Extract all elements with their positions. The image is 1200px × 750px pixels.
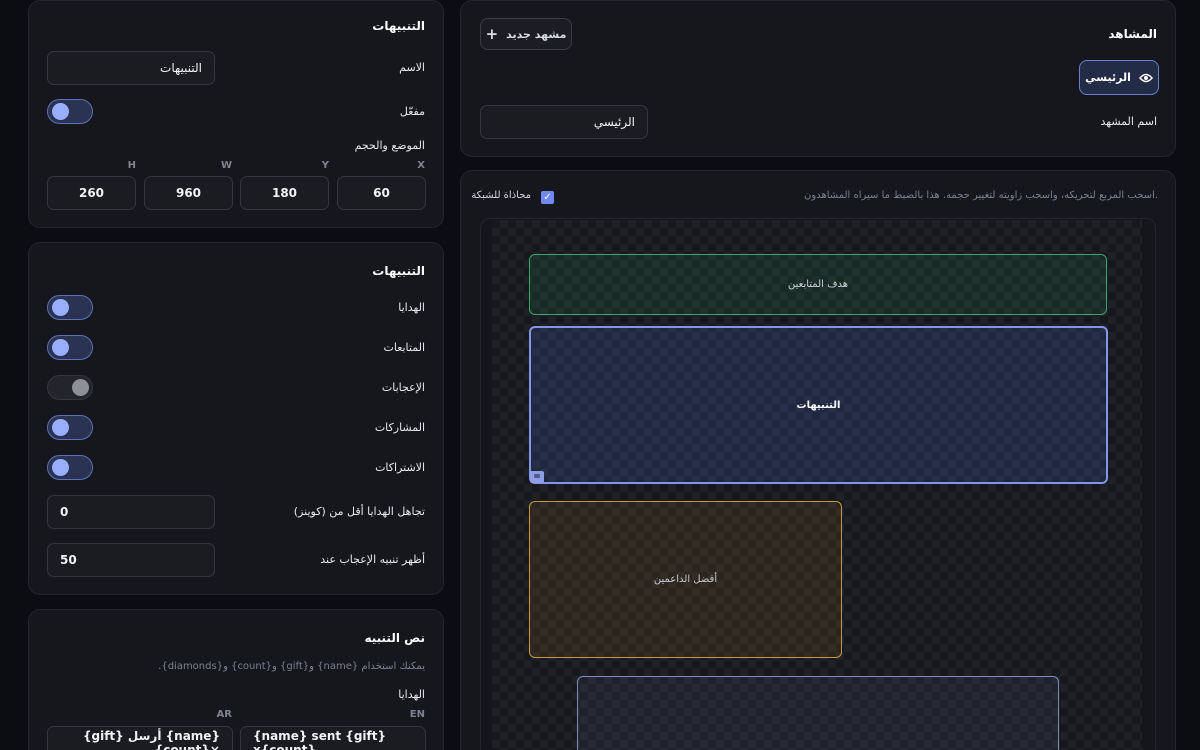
alert-likes-label: الإعجابات (381, 381, 425, 394)
alert-types-title: التنبيهات (372, 264, 425, 278)
alert-follows-label: المتابعات (383, 341, 425, 354)
alert-text-card: نص التنبيه يمكنك استخدام {name} و{gift} … (28, 609, 444, 750)
alert-subs-toggle[interactable] (47, 455, 93, 480)
new-scene-label: مشهد جديد (506, 27, 567, 41)
coord-h-input[interactable]: 260 (47, 176, 136, 210)
gift-template-en-input[interactable]: {name} sent {gift} x{count} (240, 726, 426, 750)
widget-followers-goal-label: هدف المتابعين (788, 279, 848, 290)
alert-shares-label: المشاركات (374, 421, 425, 434)
like-threshold-input[interactable]: 50 (47, 543, 215, 577)
scenes-card: المشاهد + مشهد جديد الرئيسي اسم المشهد ا… (460, 0, 1176, 157)
alert-gifts-toggle[interactable] (47, 295, 93, 320)
plus-icon: + (485, 24, 499, 43)
widget-alerts[interactable]: التنبيهات = (529, 326, 1108, 484)
new-scene-button[interactable]: + مشهد جديد (480, 18, 572, 50)
scene-canvas[interactable]: هدف المتابعين التنبيهات = أفضل الداعمين (492, 220, 1142, 750)
widget-top-supporters[interactable]: أفضل الداعمين (529, 501, 842, 658)
snap-to-grid-label: محاذاة للشبكة (471, 190, 531, 201)
coord-w-label: W (220, 160, 232, 171)
scene-name-input[interactable]: الرئيسي (480, 105, 648, 139)
alert-types-card: التنبيهات الهدايا المتابعات الإعجابات ال… (28, 242, 444, 595)
coord-w-input[interactable]: 960 (144, 176, 233, 210)
like-threshold-label: أظهر تنبيه الإعجاب عند (320, 553, 425, 566)
gift-template-ar-input[interactable]: {name} أرسل {gift} ×{count} (47, 726, 233, 750)
en-label: EN (409, 709, 425, 720)
alert-text-hint: يمكنك استخدام {name} و{gift} و{count} و{… (158, 661, 425, 672)
widget-settings-card: التنبيهات الاسم التنبيهات مفعّل الموضع و… (28, 0, 444, 228)
coord-h-label: H (127, 160, 136, 171)
widget-name-label: الاسم (399, 61, 425, 74)
min-gift-input[interactable]: 0 (47, 495, 215, 529)
scene-name-label: اسم المشهد (1100, 115, 1157, 128)
resize-handle-icon[interactable]: = (530, 471, 544, 483)
alert-subs-label: الاشتراكات (375, 461, 425, 474)
widget-alerts-label: التنبيهات (796, 399, 841, 411)
coord-x-input[interactable]: 60 (337, 176, 426, 210)
alert-likes-toggle[interactable] (47, 375, 93, 400)
alert-shares-toggle[interactable] (47, 415, 93, 440)
alert-text-title: نص التنبيه (364, 631, 425, 645)
widget-enabled-toggle[interactable] (47, 99, 93, 124)
gifts-template-label: الهدايا (398, 688, 425, 701)
alert-follows-toggle[interactable] (47, 335, 93, 360)
widget-followers-goal[interactable]: هدف المتابعين (529, 254, 1107, 315)
widget-name-input[interactable]: التنبيهات (47, 51, 215, 85)
widget-enabled-label: مفعّل (399, 105, 425, 118)
position-size-label: الموضع والحجم (354, 139, 425, 152)
widget-top-supporters-label: أفضل الداعمين (653, 574, 718, 585)
snap-to-grid-checkbox[interactable]: ✓ (541, 191, 554, 204)
min-gift-label: تجاهل الهدايا أقل من (كوينز) (293, 505, 425, 518)
scene-tab-main[interactable]: الرئيسي (1079, 60, 1159, 95)
scenes-title: المشاهد (1108, 27, 1157, 41)
eye-icon (1138, 73, 1153, 83)
editor-hint: اسحب المربع لتحريكه، واسحب زاويته لتغيير… (804, 190, 1158, 201)
alert-gifts-label: الهدايا (398, 301, 425, 314)
widget-settings-title: التنبيهات (372, 19, 425, 33)
scene-tab-label: الرئيسي (1085, 71, 1131, 84)
coord-y-label: Y (321, 160, 329, 171)
widget-untitled[interactable] (577, 676, 1059, 750)
coord-y-input[interactable]: 180 (240, 176, 329, 210)
coord-x-label: X (417, 160, 425, 171)
ar-label: AR (216, 709, 232, 720)
